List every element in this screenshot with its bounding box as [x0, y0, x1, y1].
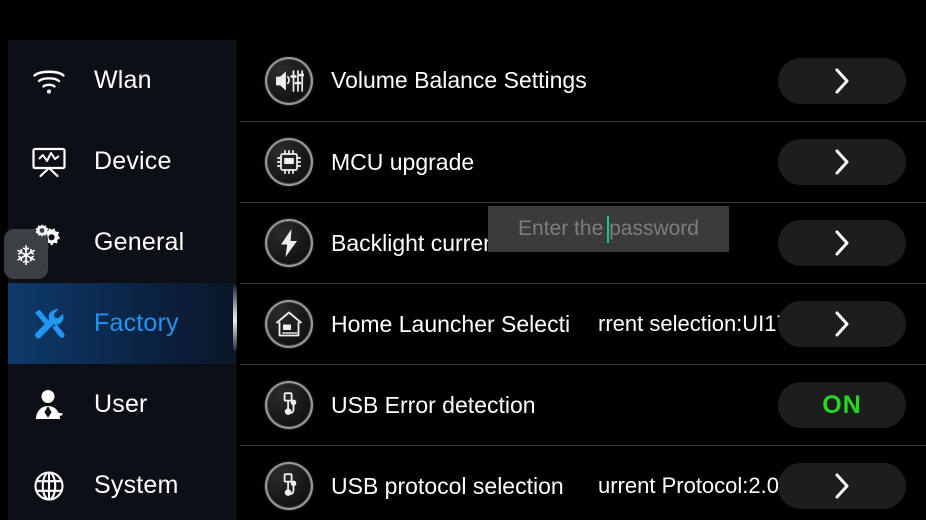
- list-item[interactable]: USB protocol selection urrent Protocol:2…: [240, 445, 926, 520]
- chevron-right-icon: [835, 311, 848, 337]
- user-icon: [26, 382, 72, 428]
- list-item-title: Backlight curren: [331, 229, 496, 256]
- sidebar-scrollbar-track[interactable]: [233, 40, 237, 520]
- list-item[interactable]: Volume Balance Settings: [240, 40, 926, 121]
- usb-icon: [265, 381, 313, 429]
- mcu-chip-icon: [265, 138, 313, 186]
- status-badge: ON: [822, 390, 862, 419]
- chevron-right-button[interactable]: [778, 139, 906, 185]
- sidebar-item-factory[interactable]: Factory: [8, 283, 236, 364]
- list-item-value: urrent Protocol:2.0: [596, 473, 779, 499]
- wifi-icon: [26, 58, 72, 104]
- settings-screen: Wlan Device General Factory User System …: [0, 0, 926, 520]
- chevron-right-icon: [835, 230, 848, 256]
- list-item-value: rrent selection:UI17: [596, 311, 789, 337]
- list-item-title: Home Launcher Selecti: [331, 310, 571, 337]
- list-item[interactable]: Home Launcher Selecti rrent selection:UI…: [240, 283, 926, 364]
- sidebar-item-label: General: [94, 228, 185, 256]
- sidebar-item-user[interactable]: User: [8, 364, 236, 445]
- chevron-right-button[interactable]: [778, 463, 906, 509]
- list-item-title: Volume Balance Settings: [331, 67, 587, 93]
- sidebar-item-device[interactable]: Device: [8, 121, 236, 202]
- tools-icon: [26, 301, 72, 347]
- sidebar-item-label: System: [94, 471, 179, 499]
- chevron-right-button[interactable]: [778, 57, 906, 104]
- chevron-right-button[interactable]: [778, 220, 906, 266]
- gear-icon: [30, 222, 54, 246]
- list-item-title: USB protocol selection: [331, 472, 564, 499]
- floating-snowflake-button[interactable]: ❄: [4, 224, 49, 279]
- globe-icon: [26, 463, 72, 509]
- sidebar-item-label: Wlan: [94, 66, 152, 94]
- list-item[interactable]: USB Error detection ON: [240, 364, 926, 445]
- list-item[interactable]: MCU upgrade: [240, 121, 926, 202]
- sidebar-item-label: Factory: [94, 309, 179, 337]
- snowflake-icon: ❄: [14, 240, 38, 271]
- home-launcher-icon: [265, 300, 313, 348]
- volume-mixer-icon: [265, 56, 313, 105]
- chevron-right-icon: [835, 149, 848, 175]
- usb-icon: [265, 462, 313, 510]
- list-item-title: MCU upgrade: [331, 148, 475, 175]
- text-caret: [607, 216, 609, 243]
- usb-error-toggle-button[interactable]: ON: [778, 382, 906, 428]
- chevron-right-icon: [835, 473, 848, 499]
- sidebar-item-wlan[interactable]: Wlan: [8, 40, 236, 121]
- sidebar-item-label: Device: [94, 147, 172, 175]
- bolt-icon: [265, 219, 313, 267]
- sidebar-item-system[interactable]: System: [8, 445, 236, 520]
- chevron-right-button[interactable]: [778, 301, 906, 347]
- list-item-title: USB Error detection: [331, 391, 536, 418]
- chevron-right-icon: [835, 68, 848, 93]
- sidebar-nav: Wlan Device General Factory User System: [8, 40, 236, 520]
- sidebar-scrollbar-thumb[interactable]: [233, 285, 237, 351]
- sidebar-item-label: User: [94, 390, 148, 418]
- top-status-bar: [0, 0, 926, 40]
- settings-list: Volume Balance Settings MCU upgrade Back…: [240, 40, 926, 520]
- monitor-icon: [26, 139, 72, 185]
- password-input[interactable]: Enter the password: [488, 206, 729, 252]
